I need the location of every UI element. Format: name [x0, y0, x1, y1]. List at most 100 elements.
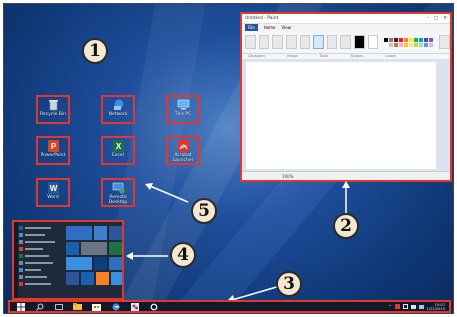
desktop-icon-acrobat[interactable]: Acrobat Launcher	[166, 136, 200, 165]
color-swatch[interactable]	[409, 37, 414, 42]
tab-view[interactable]: View	[282, 25, 292, 30]
color-swatch[interactable]	[414, 37, 419, 42]
tile[interactable]	[81, 272, 94, 285]
chevron-up-icon[interactable]: ^	[388, 304, 391, 309]
callout-4-arrow	[126, 252, 168, 260]
desktop-icon-network[interactable]: Network	[101, 95, 135, 124]
clock[interactable]: 10:07 1/22/2019	[427, 303, 445, 311]
desktop-icon-this-pc[interactable]: This PC	[166, 95, 200, 124]
tile[interactable]	[109, 226, 122, 240]
taskbar: ^ 10:07 1/22/2019	[8, 300, 451, 313]
search-icon[interactable]	[34, 302, 45, 311]
color-swatch[interactable]	[384, 37, 389, 42]
task-view-icon[interactable]	[53, 302, 64, 311]
settings-icon[interactable]	[148, 302, 159, 311]
word-icon: W	[47, 182, 60, 194]
list-item[interactable]	[19, 225, 63, 230]
color-swatch[interactable]	[394, 42, 399, 47]
color2-button[interactable]	[367, 35, 379, 49]
color-swatch[interactable]	[409, 42, 414, 47]
paint-ribbon-tabs: File Home View	[242, 24, 450, 31]
store-icon[interactable]	[91, 302, 102, 311]
color-swatch[interactable]	[424, 42, 429, 47]
color-swatch[interactable]	[414, 42, 419, 47]
select-button[interactable]	[258, 35, 270, 49]
list-item[interactable]	[19, 253, 63, 258]
start-menu[interactable]	[12, 220, 124, 300]
color-swatch[interactable]	[424, 37, 429, 42]
svg-text:X: X	[115, 142, 121, 151]
color-swatch[interactable]	[404, 37, 409, 42]
paint-window[interactable]: Untitled - Paint – □ ✕ File Home View Cl…	[240, 12, 452, 182]
color-swatch[interactable]	[419, 42, 424, 47]
list-item[interactable]	[19, 274, 63, 279]
clock-date: 1/22/2019	[426, 306, 445, 311]
desktop-icon-excel[interactable]: X Excel	[101, 136, 135, 165]
edge-icon[interactable]	[110, 302, 121, 311]
desktop-icon-word[interactable]: W Word	[36, 178, 70, 207]
tile[interactable]	[81, 242, 107, 255]
list-item[interactable]	[19, 239, 63, 244]
paste-button[interactable]	[245, 35, 256, 49]
crop-button[interactable]	[272, 35, 283, 49]
paint-ribbon	[242, 31, 451, 54]
tile[interactable]	[66, 257, 92, 270]
tab-home[interactable]: Home	[264, 25, 276, 30]
pencil-tool-button[interactable]	[285, 35, 297, 49]
fill-tool-button[interactable]	[299, 35, 311, 49]
desktop-icon-recycle-bin[interactable]: Recycle Bin	[36, 95, 70, 124]
list-item[interactable]	[19, 260, 63, 265]
brushes-button[interactable]	[313, 35, 324, 49]
list-item[interactable]	[19, 232, 63, 237]
network-icon	[112, 99, 125, 111]
callout-4: 4	[170, 242, 196, 268]
color1-button[interactable]	[354, 35, 365, 49]
color-swatch[interactable]	[429, 42, 434, 47]
tile[interactable]	[94, 257, 107, 270]
color-swatch[interactable]	[389, 37, 394, 42]
minimize-icon[interactable]: –	[427, 16, 429, 21]
paint-title-bar[interactable]: Untitled - Paint – □ ✕	[242, 14, 450, 24]
tile[interactable]	[66, 226, 92, 240]
color-swatch[interactable]	[419, 37, 424, 42]
tile[interactable]	[96, 272, 109, 285]
color-swatch[interactable]	[389, 42, 394, 47]
app-tray-icon[interactable]	[394, 304, 400, 309]
color-swatch[interactable]	[394, 37, 399, 42]
start-icon[interactable]	[15, 302, 26, 311]
desktop-screenshot: 1 Untitled - Paint – □ ✕ File Home View	[3, 3, 454, 314]
color-swatch[interactable]	[404, 42, 409, 47]
start-menu-rail	[14, 222, 18, 298]
color-swatch[interactable]	[399, 37, 404, 42]
callout-3: 3	[276, 271, 302, 297]
list-item[interactable]	[19, 246, 63, 251]
tab-file[interactable]: File	[245, 24, 258, 31]
paint-canvas[interactable]	[246, 62, 436, 169]
tile[interactable]	[66, 242, 79, 255]
tile[interactable]	[109, 257, 122, 270]
color-swatch[interactable]	[384, 42, 389, 47]
volume-icon[interactable]	[410, 304, 416, 309]
remote-desktop-icon	[112, 182, 125, 194]
shapes-button[interactable]	[326, 35, 338, 49]
color-swatch[interactable]	[399, 42, 404, 47]
edit-colors-button[interactable]	[439, 35, 451, 49]
callout-5: 5	[191, 198, 217, 224]
action-center-icon[interactable]	[418, 304, 424, 309]
close-icon[interactable]: ✕	[443, 16, 447, 21]
tile[interactable]	[66, 272, 79, 285]
color-swatch[interactable]	[429, 37, 434, 42]
tile[interactable]	[94, 226, 107, 240]
desktop-icon-remote-desktop[interactable]: Remote Desktop	[101, 178, 135, 207]
size-button[interactable]	[340, 35, 352, 49]
tile[interactable]	[111, 272, 122, 285]
tile[interactable]	[109, 242, 122, 255]
file-explorer-icon[interactable]	[72, 302, 83, 311]
desktop-icon-powerpoint[interactable]: P PowerPoint	[36, 136, 70, 165]
paint-icon[interactable]	[129, 302, 140, 311]
list-item[interactable]	[19, 281, 63, 286]
network-tray-icon[interactable]	[402, 304, 408, 309]
maximize-icon[interactable]: □	[434, 16, 438, 21]
list-item[interactable]	[19, 267, 63, 272]
system-tray: ^ 10:07 1/22/2019	[388, 303, 449, 311]
